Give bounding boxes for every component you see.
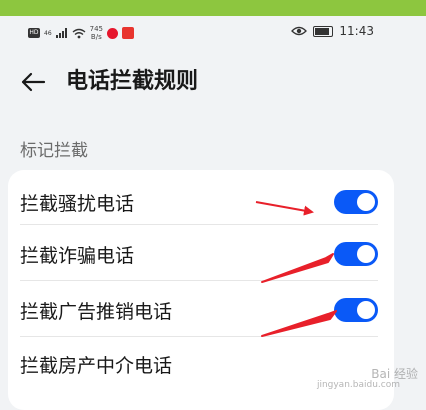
annotation-arrows <box>255 201 337 337</box>
annotation-arrow <box>255 201 314 216</box>
annotation-arrow <box>261 310 337 337</box>
watermark-url: jingyan.baidu.com <box>316 380 400 390</box>
annotation-arrow <box>261 253 334 283</box>
